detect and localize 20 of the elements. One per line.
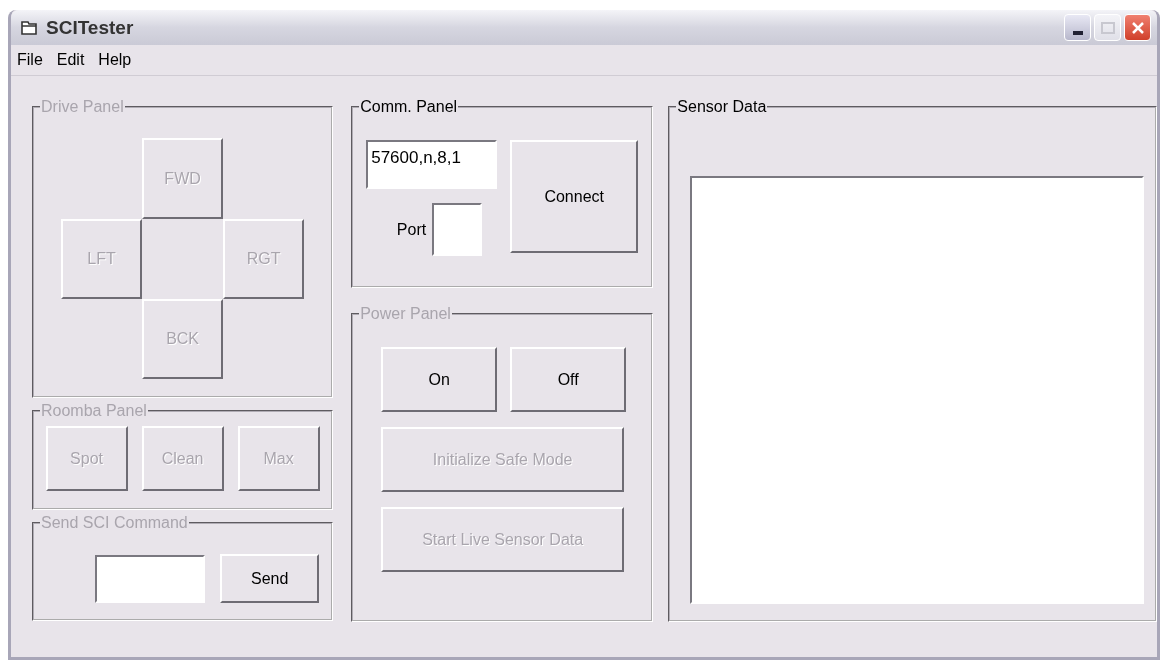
menu-item[interactable]: Edit [56,51,85,69]
panel-title: Sensor Data [676,98,768,116]
port-input-field[interactable] [432,203,483,256]
close-button[interactable] [1124,14,1151,41]
minimize-button[interactable] [1064,14,1091,41]
close-icon [1130,20,1145,35]
panel-title: Drive Panel [40,98,125,116]
menu-item[interactable]: Help [98,51,132,69]
panel-title: Comm. Panel [359,98,459,116]
port-label: Port [396,220,427,239]
maximize-icon [1100,21,1115,34]
panel-title: Power Panel [359,305,452,323]
settings-input-field[interactable]: 57600,n,8,1 [366,140,498,189]
menu-item[interactable]: File [17,51,43,69]
panel-title: Roomba Panel [40,402,148,420]
minimize-icon [1072,31,1083,35]
window-title: SCITester [46,16,135,39]
connect-button[interactable]: Connect [510,140,639,253]
window-icon [20,19,38,36]
panel-title: Send SCI Command [40,514,189,532]
